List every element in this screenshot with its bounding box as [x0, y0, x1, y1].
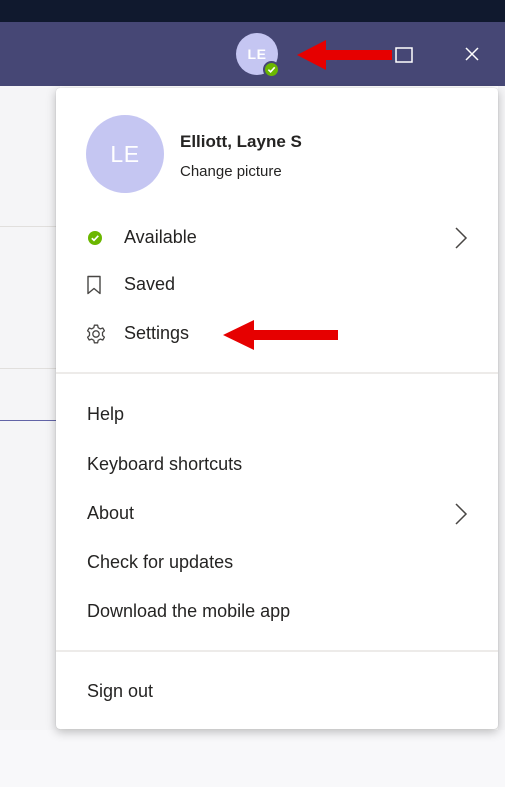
menu-item-label: Keyboard shortcuts: [87, 454, 243, 474]
menu-item-label: Check for updates: [87, 552, 234, 572]
background-accent-line: [0, 420, 60, 421]
menu-item-help[interactable]: Help: [56, 395, 498, 435]
background-panel-right: [498, 86, 505, 787]
menu-item-sign-out[interactable]: Sign out: [56, 672, 498, 712]
menu-item-label: Settings: [124, 323, 190, 343]
menu-item-download-mobile-app[interactable]: Download the mobile app: [56, 592, 498, 632]
menu-item-check-for-updates[interactable]: Check for updates: [56, 543, 498, 583]
close-icon[interactable]: [460, 42, 484, 66]
chevron-right-icon: [454, 226, 468, 255]
menu-item-label: About: [87, 503, 135, 523]
chevron-right-icon: [454, 502, 468, 531]
menu-divider: [56, 372, 498, 374]
window-top-strip: [0, 0, 505, 22]
menu-item-available[interactable]: Available: [56, 218, 498, 258]
menu-item-about[interactable]: About: [56, 494, 498, 534]
background-divider: [0, 368, 60, 369]
menu-divider: [56, 650, 498, 652]
gear-icon: [85, 323, 107, 350]
menu-item-label: Available: [124, 227, 197, 247]
annotation-arrow-avatar: [297, 40, 392, 70]
background-bottom: [0, 730, 505, 787]
background-divider: [0, 226, 60, 227]
background-panel: [0, 86, 60, 787]
menu-item-label: Saved: [124, 274, 176, 294]
menu-item-label: Sign out: [87, 681, 154, 701]
annotation-arrow-settings: [223, 320, 338, 350]
profile-menu: LE Elliott, Layne S Change picture Avail…: [56, 88, 498, 729]
available-status-badge: [263, 61, 280, 78]
menu-item-label: Help: [87, 404, 125, 424]
menu-item-label: Download the mobile app: [87, 601, 291, 621]
user-name: Elliott, Layne S: [180, 132, 302, 151]
available-status-icon: [88, 231, 102, 250]
bookmark-icon: [86, 275, 102, 300]
change-picture-link[interactable]: Change picture: [180, 163, 282, 180]
profile-avatar-large[interactable]: LE: [86, 115, 164, 193]
maximize-icon[interactable]: [393, 44, 415, 66]
menu-item-saved[interactable]: Saved: [56, 265, 498, 305]
menu-item-keyboard-shortcuts[interactable]: Keyboard shortcuts: [56, 445, 498, 485]
